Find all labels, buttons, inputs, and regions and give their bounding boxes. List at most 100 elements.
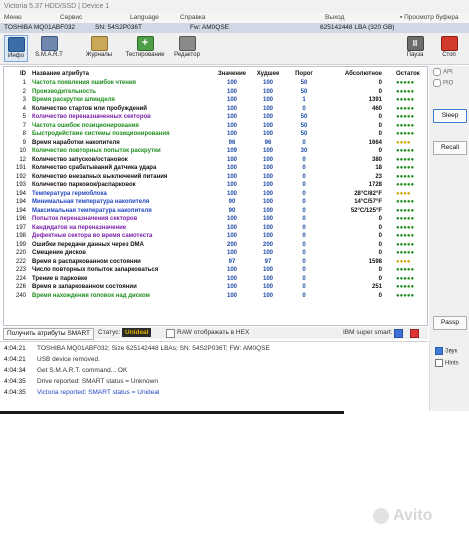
smart-button[interactable]: S.M.A.R.T xyxy=(30,35,68,62)
stop-button[interactable]: Стоп xyxy=(436,35,462,62)
attr-id: 197 xyxy=(15,224,26,231)
pio-radio[interactable] xyxy=(433,79,441,87)
attr-status: ●●●●● xyxy=(396,105,415,112)
table-row[interactable]: 223 Число повторных попыток запарковаться… xyxy=(8,266,430,275)
passp-button[interactable]: Passp xyxy=(433,316,467,330)
pause-button[interactable]: II Пауза xyxy=(402,35,428,62)
attr-threshold: 50 xyxy=(300,131,308,137)
attr-absolute: 0 xyxy=(378,114,382,120)
hints-option[interactable]: Hints xyxy=(435,359,459,367)
table-body: 1 Частота появления ошибок чтения 100 100 50… xyxy=(8,79,430,300)
attr-threshold: 0 xyxy=(302,216,306,222)
api-radio[interactable] xyxy=(433,68,441,76)
attr-id: 192 xyxy=(15,173,26,180)
table-row[interactable]: 191 Количество срабатываний датчика удара… xyxy=(8,164,430,173)
table-row[interactable]: 3 Время раскрутки шпинделя 100 100 1 1391 ●●●●… xyxy=(8,96,430,105)
table-row[interactable]: 199 Ошибки передачи данных через DMA 200 20… xyxy=(8,241,430,250)
col-header-worst[interactable]: Худшее xyxy=(250,69,286,79)
test-button[interactable]: + Тестирование xyxy=(122,35,168,62)
attr-worst: 200 xyxy=(262,241,273,248)
editor-button[interactable]: Редактор xyxy=(170,35,204,62)
attr-status: ●●●●● xyxy=(396,267,415,273)
editor-button-label: Редактор xyxy=(174,52,200,58)
table-row[interactable]: 196 Попыток переназначения секторов 100 100… xyxy=(8,215,430,224)
table-row[interactable]: 10 Количество повторных попыток раскрутки… xyxy=(8,147,430,156)
table-row[interactable]: 12 Количество запусков/остановок 100 100 0 38… xyxy=(8,156,430,165)
attr-absolute: 0 xyxy=(378,216,382,222)
attr-absolute: 0 xyxy=(378,241,382,248)
table-row[interactable]: 222 Время в распаркованном состоянии 97 97 0… xyxy=(8,258,430,267)
attr-worst: 100 xyxy=(262,156,273,163)
attr-name: Кандидатов на переназначение xyxy=(32,224,127,231)
sleep-button[interactable]: Sleep xyxy=(433,109,467,123)
status-label: Статус: xyxy=(98,329,121,336)
info-button[interactable]: Инфо xyxy=(4,35,28,62)
attr-threshold: 50 xyxy=(300,122,308,129)
pio-option[interactable]: PIO xyxy=(433,79,453,87)
table-row[interactable]: 9 Время наработки накопителя 96 96 0 1664 ●●●● xyxy=(8,139,430,148)
attr-id: 3 xyxy=(22,97,26,103)
attr-name: Минимальная температура накопителя xyxy=(32,199,150,205)
attr-value: 100 xyxy=(226,275,237,282)
col-header-remainder[interactable]: Остаток xyxy=(388,69,430,79)
table-row[interactable]: 7 Частота ошибок позиционирования 100 100 50… xyxy=(8,122,430,131)
ibm-smart-color-icon[interactable] xyxy=(410,329,419,338)
col-header-name[interactable]: Название атрибута xyxy=(32,69,214,79)
attr-worst: 100 xyxy=(262,148,273,154)
col-header-value[interactable]: Значение xyxy=(214,69,250,79)
ibm-smart-checkbox[interactable] xyxy=(394,329,403,338)
attr-status: ●●●● xyxy=(396,190,411,197)
table-row[interactable]: 198 Дефектные сектора во время самотеста 1… xyxy=(8,232,430,241)
table-row[interactable]: 224 Трение в парковке 100 100 0 0 ●●●●● xyxy=(8,275,430,284)
hints-checkbox[interactable] xyxy=(435,359,443,367)
table-row[interactable]: 194 Минимальная температура накопителя 90 1… xyxy=(8,198,430,207)
sound-checkbox[interactable] xyxy=(435,347,443,355)
attr-id: 12 xyxy=(19,156,26,163)
menu-item-language[interactable]: Language xyxy=(130,13,159,23)
attr-status: ●●●●● xyxy=(396,199,415,205)
attr-name: Попыток переназначения секторов xyxy=(32,216,138,222)
col-header-threshold[interactable]: Порог xyxy=(286,69,322,79)
menu-item-exit[interactable]: Выход xyxy=(325,13,344,23)
attr-absolute: 0 xyxy=(378,275,382,282)
table-row[interactable]: 193 Количество парковок/распарковок 100 100… xyxy=(8,181,430,190)
table-row[interactable]: 192 Количество внезапных выключений питан… xyxy=(8,173,430,182)
attr-absolute: 1728 xyxy=(368,182,382,188)
recall-button[interactable]: Recall xyxy=(433,141,467,155)
attr-absolute: 380 xyxy=(371,156,382,163)
attr-value: 100 xyxy=(226,233,237,239)
sound-option[interactable]: Звук xyxy=(435,347,457,355)
table-row[interactable]: 8 Быстродействие системы позиционирования… xyxy=(8,130,430,139)
attr-value: 100 xyxy=(226,122,237,129)
attr-name: Дефектные сектора во время самотеста xyxy=(32,233,153,239)
table-row[interactable]: 226 Время в запаркованном состоянии 100 100… xyxy=(8,283,430,292)
attr-worst: 100 xyxy=(262,292,273,299)
log-line: 4:04:21 USB device removed. xyxy=(4,355,424,365)
col-header-id[interactable]: ID xyxy=(8,69,32,79)
menu-item-help[interactable]: Справка xyxy=(180,13,206,23)
col-header-absolute[interactable]: Абсолютное xyxy=(322,69,388,79)
attr-status: ●●●●● xyxy=(396,156,415,163)
table-row[interactable]: 197 Кандидатов на переназначение 100 100 0 0 ●… xyxy=(8,224,430,233)
raw-hex-checkbox[interactable] xyxy=(166,329,175,338)
info-button-label: Инфо xyxy=(8,53,24,59)
table-row[interactable]: 240 Время нахождения головок над диском 10… xyxy=(8,292,430,301)
table-row[interactable]: 4 Количество стартов или пробуждений 100 10… xyxy=(8,105,430,114)
table-row[interactable]: 2 Производительность 100 100 50 0 ●●●●● xyxy=(8,88,430,97)
menu-item-buffer[interactable]: ▪ Просмотр буфера xyxy=(400,13,459,23)
menu-item-service[interactable]: Сервис xyxy=(60,13,82,23)
attr-id: 7 xyxy=(22,122,26,129)
attr-threshold: 0 xyxy=(302,284,306,290)
get-smart-button[interactable]: Получить атрибуты SMART xyxy=(3,328,94,340)
api-option[interactable]: API xyxy=(433,68,453,76)
attr-name: Частота ошибок позиционирования xyxy=(32,122,139,129)
table-row[interactable]: 1 Частота появления ошибок чтения 100 100 50… xyxy=(8,79,430,88)
table-row[interactable]: 220 Смещение дисков 100 100 0 0 ●●●●● xyxy=(8,249,430,258)
logs-button[interactable]: Журналы xyxy=(80,35,118,62)
device-serial: SN: 54S2P036T xyxy=(95,24,142,31)
table-header-row: ID Название атрибута Значение Худшее Пор… xyxy=(8,69,430,79)
table-row[interactable]: 194 Температура гермоблока 100 100 0 28°C/82°… xyxy=(8,190,430,199)
table-row[interactable]: 5 Количество переназначенных секторов 100 1… xyxy=(8,113,430,122)
table-row[interactable]: 194 Максимальная температура накопителя 90… xyxy=(8,207,430,216)
menu-item-menu[interactable]: Меню xyxy=(4,13,22,23)
